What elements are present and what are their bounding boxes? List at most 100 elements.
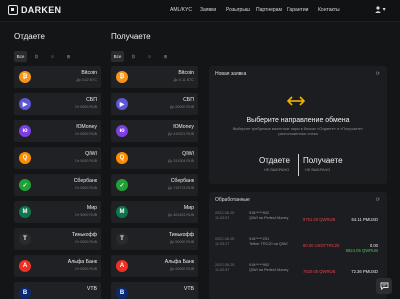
currency-name: Мир bbox=[86, 205, 97, 211]
give-currency-item[interactable]: B VTB bbox=[14, 282, 101, 299]
currency-name: Мир bbox=[183, 205, 194, 211]
get-currency-item[interactable]: ₿ Bitcoin До 0,11 BTC bbox=[111, 66, 198, 88]
order-time-value: 11:02:57 bbox=[215, 268, 230, 272]
order-time-value: 11:03:57 bbox=[215, 216, 230, 220]
sbp-icon: ▶ bbox=[19, 98, 31, 110]
order-client-id: 918*****902 bbox=[249, 211, 270, 215]
give-filter-banks[interactable]: ≡ bbox=[46, 51, 59, 62]
selected-get-status: НЕ ВЫБРАНО bbox=[305, 168, 331, 172]
nav-guarantees[interactable]: Гарантии bbox=[287, 7, 308, 13]
mir-icon: M bbox=[19, 206, 31, 218]
give-currency-list: ₿ Bitcoin До 0,02 BTC ▶ СБП От 5000 RUB ю ЮMone… bbox=[14, 66, 101, 299]
currency-limit: От 5000 RUB bbox=[74, 105, 97, 109]
nav-partners[interactable]: Партнерам bbox=[256, 7, 282, 13]
choose-direction-heading: Выберите направление обмена bbox=[246, 117, 350, 124]
give-currency-item[interactable]: ▶ СБП От 5000 RUB bbox=[14, 93, 101, 115]
order-client-id: 918*****952 bbox=[249, 263, 270, 267]
get-currency-item[interactable]: M Мир До 461403 RUB bbox=[111, 201, 198, 223]
currency-limit: От 5000 RUB bbox=[74, 213, 97, 217]
give-currency-item[interactable]: M Мир От 5000 RUB bbox=[14, 201, 101, 223]
nav-aml-kyc[interactable]: AML/KYC bbox=[170, 7, 192, 13]
give-filters: Все ₿ ≡ ⊞ bbox=[14, 51, 75, 62]
give-currency-item[interactable]: T Тинькофф От 5000 RUB bbox=[14, 228, 101, 250]
give-filter-crypto[interactable]: ₿ bbox=[30, 51, 43, 62]
currency-name: ЮMoney bbox=[173, 124, 194, 130]
tinkoff-icon: T bbox=[19, 233, 31, 245]
qiwi-icon: Q bbox=[19, 152, 31, 164]
user-icon bbox=[375, 6, 381, 13]
give-currency-item[interactable]: ₿ Bitcoin До 0,02 BTC bbox=[14, 66, 101, 88]
chat-icon bbox=[380, 282, 388, 290]
currency-limit: До 419201 RUB bbox=[167, 132, 194, 136]
sberbank-icon: ✓ bbox=[19, 179, 31, 191]
currency-name: Тинькофф bbox=[168, 232, 194, 238]
get-filter-banks[interactable]: ≡ bbox=[143, 51, 156, 62]
yoomoney-icon: ю bbox=[116, 125, 128, 137]
get-filter-all[interactable]: Все bbox=[111, 51, 124, 62]
give-currency-item[interactable]: ю ЮMoney От 5000 RUB bbox=[14, 120, 101, 142]
bitcoin-icon: ₿ bbox=[19, 71, 31, 83]
get-filter-cards[interactable]: ⊞ bbox=[159, 51, 172, 62]
order-date: 2022-08-25 11:02:57 bbox=[215, 263, 234, 273]
give-filter-cards[interactable]: ⊞ bbox=[62, 51, 75, 62]
logo-text: DARKEN bbox=[21, 5, 62, 15]
order-date-value: 2022-08-25 bbox=[215, 237, 235, 241]
nav-contacts[interactable]: Контакты bbox=[318, 7, 340, 13]
logo-mark-icon bbox=[8, 5, 18, 15]
order-client-id: 918*****251 bbox=[249, 237, 270, 241]
get-currency-item[interactable]: T Тинькофф До 50000 RUB bbox=[111, 228, 198, 250]
currency-name: Тинькофф bbox=[71, 232, 97, 238]
choose-direction-description: Выберите требуемые валютные пары в блока… bbox=[232, 127, 364, 136]
user-menu-button[interactable]: ▾ bbox=[375, 6, 387, 16]
order-time-value: 11:03:27 bbox=[215, 242, 230, 246]
chevron-down-icon: ▾ bbox=[382, 7, 386, 14]
order-amount-out: 80.00 USDTTRC20 bbox=[303, 243, 340, 248]
currency-name: Bitcoin bbox=[81, 70, 97, 76]
get-filter-crypto[interactable]: ₿ bbox=[127, 51, 140, 62]
give-currency-item[interactable]: A Альфа Банк От 5000 RUB bbox=[14, 255, 101, 277]
selected-get-label: Получаете bbox=[303, 156, 343, 165]
get-currency-item[interactable]: ✓ Сбербанк До 715713 RUB bbox=[111, 174, 198, 196]
currency-limit: До 0,02 BTC bbox=[76, 78, 97, 82]
nav-orders[interactable]: Заявки bbox=[200, 7, 216, 13]
currency-limit: До 0,11 BTC bbox=[173, 78, 194, 82]
currency-limit: До 241004 RUB bbox=[167, 159, 194, 163]
nav-giveaway[interactable]: Розыгрыш bbox=[226, 7, 250, 13]
order-amount-out: 9751.00 QWRUB bbox=[303, 217, 336, 222]
currency-name: VTB bbox=[183, 286, 194, 292]
refresh-icon[interactable]: ⟳ bbox=[376, 197, 380, 203]
currency-name: ЮMoney bbox=[76, 124, 97, 130]
currency-name: Альфа Банк bbox=[164, 259, 194, 265]
selected-give-label: Отдаете bbox=[259, 156, 290, 165]
give-column-title: Отдаете bbox=[14, 32, 45, 41]
vtb-icon: B bbox=[19, 287, 31, 299]
tinkoff-icon: T bbox=[116, 233, 128, 245]
currency-limit: От 5000 RUB bbox=[74, 132, 97, 136]
get-currency-item[interactable]: ю ЮMoney До 419201 RUB bbox=[111, 120, 198, 142]
get-filters: Все ₿ ≡ ⊞ bbox=[111, 51, 172, 62]
get-currency-item[interactable]: A Альфа Банк До 50000 RUB bbox=[111, 255, 198, 277]
order-client: 918*****251 Tether TRC20 на QIWI bbox=[249, 237, 288, 247]
new-order-panel: Новая заявка ⟳ Выберите направление обме… bbox=[209, 66, 387, 184]
order-date-value: 2022-08-25 bbox=[215, 263, 235, 267]
get-currency-item[interactable]: ▶ СБП До 50000 RUB bbox=[111, 93, 198, 115]
get-currency-item[interactable]: Q QIWI До 241004 RUB bbox=[111, 147, 198, 169]
refresh-icon[interactable]: ⟳ bbox=[376, 71, 380, 77]
get-currency-item[interactable]: B VTB bbox=[111, 282, 198, 299]
order-direction: QIWI на Perfect Money bbox=[249, 216, 289, 220]
order-amount-in: 64.11 PMUSD bbox=[351, 217, 378, 222]
currency-limit: От 5000 RUB bbox=[74, 267, 97, 271]
processed-order-row: 2022-08-25 11:03:27 918*****251 Tether TRC2… bbox=[209, 234, 387, 260]
vtb-icon: B bbox=[116, 287, 128, 299]
give-currency-item[interactable]: Q QIWI От 5000 RUB bbox=[14, 147, 101, 169]
give-currency-item[interactable]: ✓ Сбербанк От 5000 RUB bbox=[14, 174, 101, 196]
bitcoin-icon: ₿ bbox=[116, 71, 128, 83]
processed-order-row: 2022-08-25 11:03:57 918*****902 QIWI на Per… bbox=[209, 208, 387, 234]
currency-limit: До 50000 RUB bbox=[169, 105, 194, 109]
chat-button[interactable] bbox=[376, 278, 392, 294]
order-direction: Tether TRC20 на QIWI bbox=[249, 242, 288, 246]
get-column-title: Получаете bbox=[111, 32, 151, 41]
logo[interactable]: DARKEN bbox=[8, 5, 61, 15]
order-amount-in-secondary: 8824.05 QWRUB bbox=[345, 248, 378, 253]
give-filter-all[interactable]: Все bbox=[14, 51, 27, 62]
